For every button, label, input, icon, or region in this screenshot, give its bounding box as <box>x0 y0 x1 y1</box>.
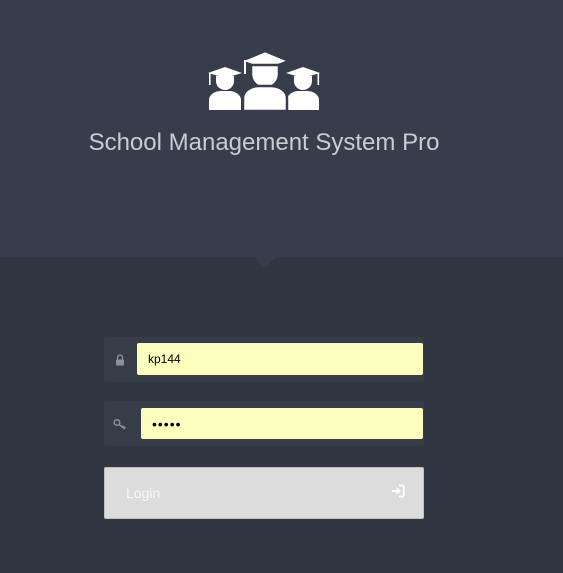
app-title: School Management System Pro <box>88 129 440 156</box>
password-input[interactable] <box>141 408 423 439</box>
login-button-label: Login <box>126 485 161 501</box>
header-panel: School Management System Pro <box>0 0 563 257</box>
header-pointer <box>254 257 276 268</box>
key-icon <box>104 401 136 446</box>
username-input[interactable] <box>137 343 423 375</box>
sign-in-icon <box>392 484 405 498</box>
password-field-group <box>104 401 424 446</box>
lock-icon <box>104 337 136 382</box>
login-button[interactable]: Login <box>104 467 424 519</box>
graduates-icon <box>208 49 320 113</box>
username-field-group <box>104 337 424 382</box>
